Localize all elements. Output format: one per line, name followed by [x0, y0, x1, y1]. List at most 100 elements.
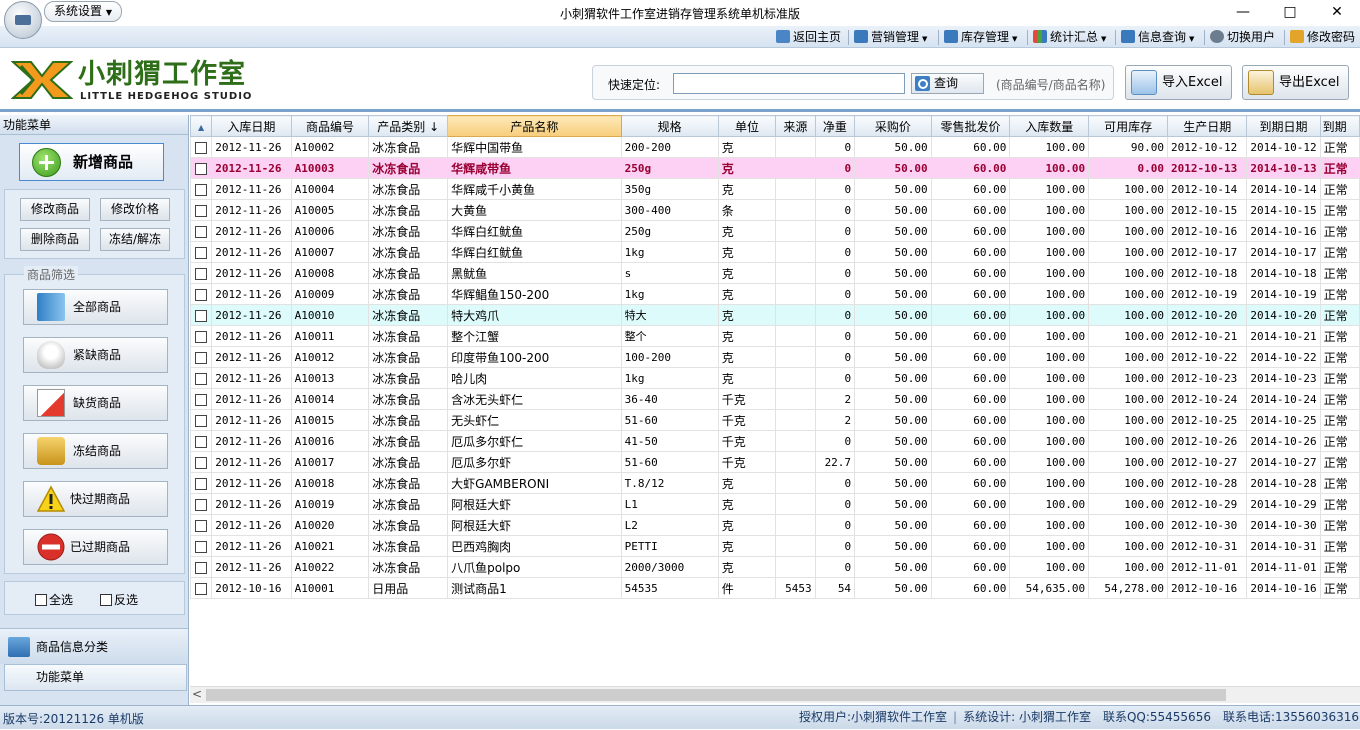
table-row[interactable]: 2012-11-26 A10009 冰冻食品 华辉鲳鱼150-200 1kg 克 0 50.0…: [190, 283, 1360, 305]
table-row[interactable]: 2012-11-26 A10008 冰冻食品 黑鱿鱼 s 克 0 50.00 60.00 100.…: [190, 262, 1360, 284]
menu-stats[interactable]: 统计汇总 ▼: [1033, 29, 1106, 46]
close-button[interactable]: ✕: [1322, 3, 1352, 21]
column-header[interactable]: 到期: [1319, 115, 1360, 137]
filter-shortage-button[interactable]: 紧缺商品: [23, 337, 168, 373]
table-row[interactable]: 2012-11-26 A10014 冰冻食品 含冰无头虾仁 36-40 千克 2 50.00 6…: [190, 388, 1360, 410]
row-checkbox-cell[interactable]: [190, 304, 213, 326]
row-checkbox[interactable]: [195, 477, 208, 490]
product-category-tab[interactable]: 商品信息分类: [0, 628, 188, 664]
minimize-button[interactable]: —: [1228, 3, 1258, 21]
table-row[interactable]: 2012-11-26 A10005 冰冻食品 大黄鱼 300-400 条 0 50.00 60.…: [190, 199, 1360, 221]
row-checkbox[interactable]: [195, 309, 208, 322]
row-checkbox[interactable]: [195, 330, 208, 343]
table-row[interactable]: 2012-10-16 A10001 日用品 测试商品1 54535 件 5453 54 50.0…: [190, 577, 1360, 599]
column-header[interactable]: 来源: [775, 115, 816, 137]
filter-all-button[interactable]: 全部商品: [23, 289, 168, 325]
row-checkbox-cell[interactable]: [190, 262, 213, 284]
row-checkbox-cell[interactable]: [190, 388, 213, 410]
row-checkbox-cell[interactable]: [190, 283, 213, 305]
column-header[interactable]: 规格: [620, 115, 719, 137]
menu-inventory[interactable]: 库存管理 ▼: [944, 29, 1017, 46]
column-header[interactable]: 到期日期: [1246, 115, 1321, 137]
row-checkbox[interactable]: [195, 225, 208, 238]
row-checkbox-cell[interactable]: [190, 241, 213, 263]
freeze-button[interactable]: 冻结/解冻: [100, 228, 170, 251]
invert-selection-checkbox[interactable]: 反选: [100, 591, 138, 608]
filter-expired-button[interactable]: 已过期商品: [23, 529, 168, 565]
import-excel-button[interactable]: 导入Excel: [1125, 65, 1232, 100]
table-row[interactable]: 2012-11-26 A10018 冰冻食品 大虾GAMBERONI T.8/12 克 0 5…: [190, 472, 1360, 494]
row-checkbox[interactable]: [195, 435, 208, 448]
column-header[interactable]: 入库日期: [211, 115, 292, 137]
horizontal-scrollbar[interactable]: <: [190, 686, 1360, 703]
row-checkbox[interactable]: [195, 582, 208, 595]
table-row[interactable]: 2012-11-26 A10015 冰冻食品 无头虾仁 51-60 千克 2 50.00 60.…: [190, 409, 1360, 431]
select-column-header[interactable]: ▲: [190, 115, 213, 137]
row-checkbox[interactable]: [195, 246, 208, 259]
table-row[interactable]: 2012-11-26 A10021 冰冻食品 巴西鸡胸肉 PETTI 克 0 50.00 60.…: [190, 535, 1360, 557]
row-checkbox-cell[interactable]: [190, 514, 213, 536]
row-checkbox-cell[interactable]: [190, 493, 213, 515]
table-row[interactable]: 2012-11-26 A10007 冰冻食品 华辉白红鱿鱼 1kg 克 0 50.00 60.0…: [190, 241, 1360, 263]
table-row[interactable]: 2012-11-26 A10006 冰冻食品 华辉白红鱿鱼 250g 克 0 50.00 60.…: [190, 220, 1360, 242]
row-checkbox[interactable]: [195, 372, 208, 385]
table-row[interactable]: 2012-11-26 A10011 冰冻食品 整个江蟹 整个克 0 50.00 60.00 10…: [190, 325, 1360, 347]
filter-out-of-stock-button[interactable]: 缺货商品: [23, 385, 168, 421]
row-checkbox[interactable]: [195, 519, 208, 532]
edit-item-button[interactable]: 修改商品: [20, 198, 90, 221]
menu-change-password[interactable]: 修改密码: [1290, 29, 1355, 46]
column-header[interactable]: 净重: [814, 115, 856, 137]
row-checkbox-cell[interactable]: [190, 451, 213, 473]
row-checkbox-cell[interactable]: [190, 430, 213, 452]
table-row[interactable]: 2012-11-26 A10013 冰冻食品 哈儿肉 1kg 克 0 50.00 60.00 10…: [190, 367, 1360, 389]
menu-sales[interactable]: 营销管理 ▼: [854, 29, 927, 46]
row-checkbox-cell[interactable]: [190, 346, 213, 368]
row-checkbox[interactable]: [195, 267, 208, 280]
table-row[interactable]: 2012-11-26 A10020 冰冻食品 阿根廷大虾 L2 克 0 50.00 60.00 1…: [190, 514, 1360, 536]
app-menu-orb[interactable]: [4, 1, 42, 39]
row-checkbox[interactable]: [195, 393, 208, 406]
row-checkbox-cell[interactable]: [190, 136, 213, 158]
row-checkbox[interactable]: [195, 141, 208, 154]
new-item-button[interactable]: 新增商品: [19, 143, 164, 181]
scroll-left-icon[interactable]: <: [192, 687, 202, 701]
row-checkbox-cell[interactable]: [190, 325, 213, 347]
table-row[interactable]: 2012-11-26 A10017 冰冻食品 厄瓜多尔虾 51-60 千克 22.7 50.0…: [190, 451, 1360, 473]
column-header[interactable]: 生产日期: [1167, 115, 1248, 137]
table-row[interactable]: 2012-11-26 A10022 冰冻食品 八爪鱼polpo 2000/3000 克 0 5…: [190, 556, 1360, 578]
column-header[interactable]: 入库数量: [1009, 115, 1090, 137]
row-checkbox[interactable]: [195, 561, 208, 574]
menu-switch-user[interactable]: 切换用户: [1210, 29, 1275, 46]
column-header[interactable]: 商品编号: [290, 115, 370, 137]
menu-home[interactable]: 返回主页: [776, 29, 841, 46]
maximize-button[interactable]: □: [1275, 3, 1305, 21]
row-checkbox[interactable]: [195, 540, 208, 553]
filter-frozen-button[interactable]: 冻结商品: [23, 433, 168, 469]
column-header[interactable]: 产品名称: [447, 115, 622, 137]
column-header[interactable]: 采购价: [854, 115, 932, 137]
export-excel-button[interactable]: 导出Excel: [1242, 65, 1349, 100]
scrollbar-thumb[interactable]: [206, 689, 1226, 701]
function-menu-tab[interactable]: 功能菜单: [4, 664, 187, 691]
search-input[interactable]: [673, 73, 905, 94]
row-checkbox[interactable]: [195, 456, 208, 469]
row-checkbox-cell[interactable]: [190, 409, 213, 431]
row-checkbox[interactable]: [195, 498, 208, 511]
filter-expiring-button[interactable]: 快过期商品: [23, 481, 168, 517]
column-header[interactable]: 可用库存: [1088, 115, 1169, 137]
row-checkbox[interactable]: [195, 288, 208, 301]
row-checkbox-cell[interactable]: [190, 535, 213, 557]
row-checkbox[interactable]: [195, 204, 208, 217]
row-checkbox[interactable]: [195, 162, 208, 175]
row-checkbox[interactable]: [195, 183, 208, 196]
menu-query[interactable]: 信息查询 ▼: [1121, 29, 1194, 46]
table-row[interactable]: 2012-11-26 A10002 冰冻食品 华辉中国带鱼 200-200 克 0 50.00…: [190, 136, 1360, 158]
table-row[interactable]: 2012-11-26 A10004 冰冻食品 华辉咸千小黄鱼 350g 克 0 50.00 60…: [190, 178, 1360, 200]
table-row[interactable]: 2012-11-26 A10010 冰冻食品 特大鸡爪 特大克 0 50.00 60.00 10…: [190, 304, 1360, 326]
table-row[interactable]: 2012-11-26 A10016 冰冻食品 厄瓜多尔虾仁 41-50 千克 0 50.00 6…: [190, 430, 1360, 452]
column-header-sorted[interactable]: 产品类别 ↓: [368, 115, 449, 137]
row-checkbox-cell[interactable]: [190, 577, 213, 599]
column-header[interactable]: 单位: [717, 115, 777, 137]
row-checkbox-cell[interactable]: [190, 157, 213, 179]
edit-price-button[interactable]: 修改价格: [100, 198, 170, 221]
